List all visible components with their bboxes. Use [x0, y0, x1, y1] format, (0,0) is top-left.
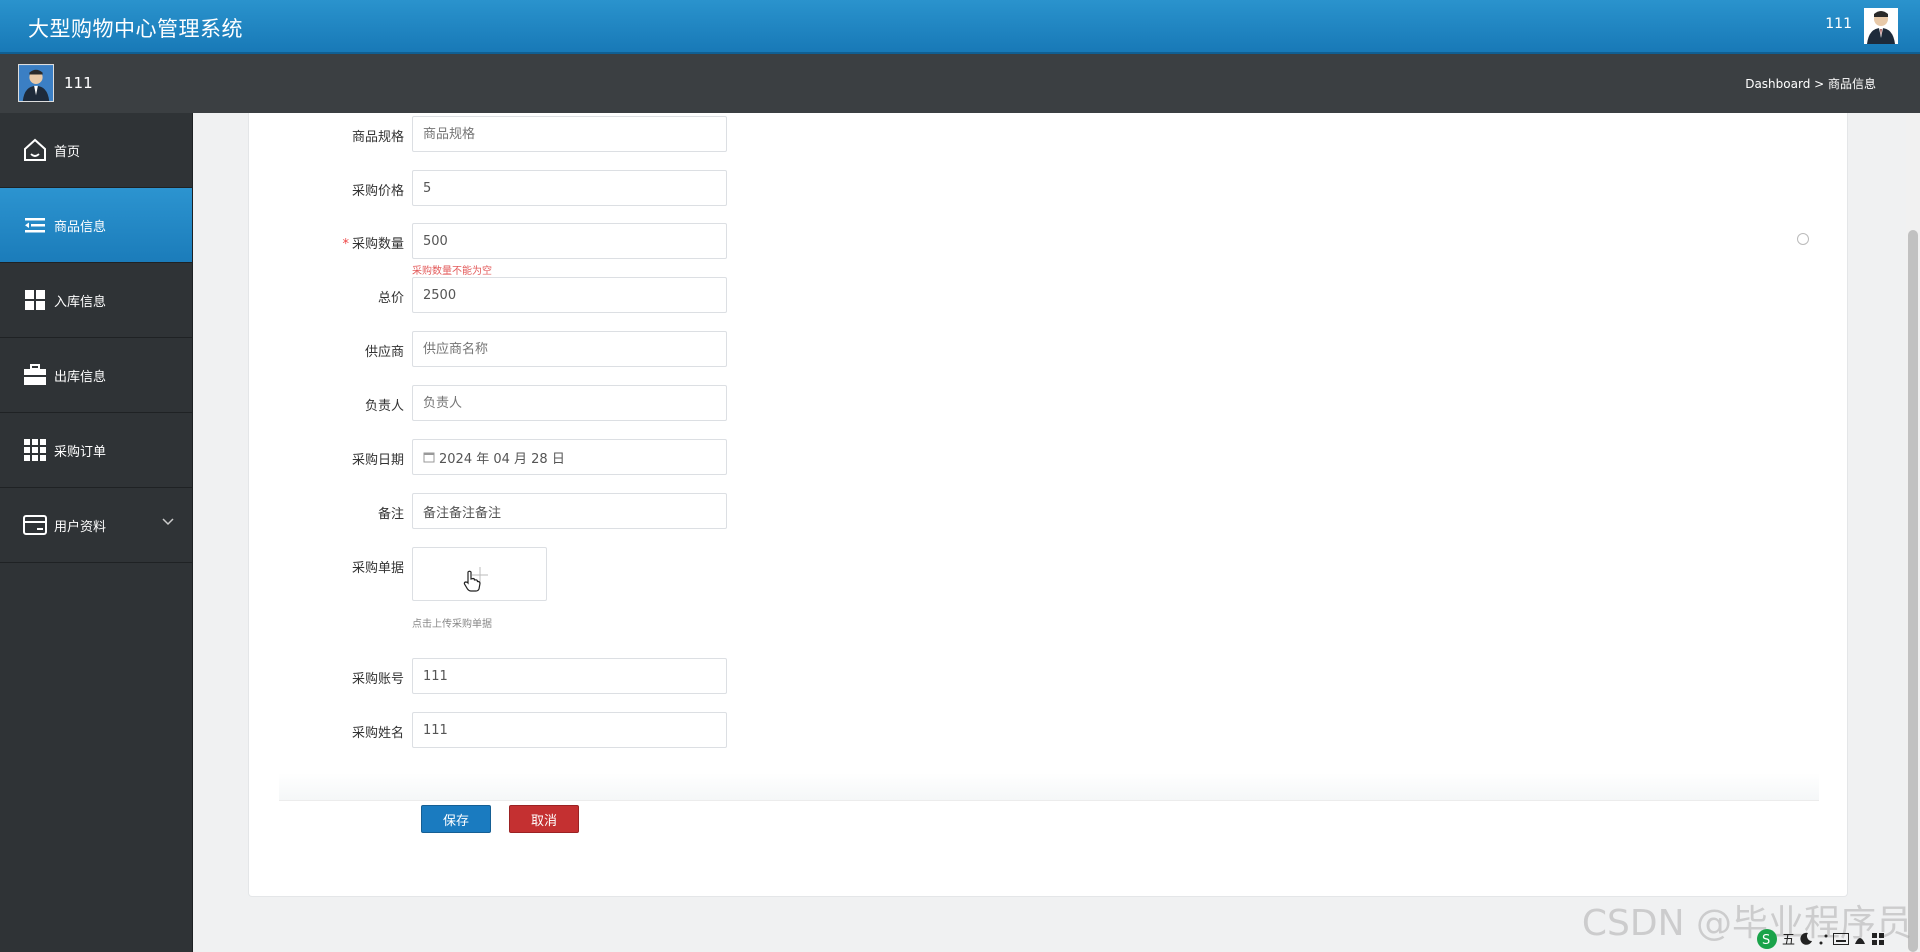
grid-icon — [22, 287, 48, 313]
date-value: 2024 年 04 月 28 日 — [439, 451, 565, 467]
app-title: 大型购物中心管理系统 — [28, 17, 243, 41]
form-row-upload: 采购单据 — [249, 547, 1049, 583]
field-label: 采购价格 — [351, 184, 404, 199]
upload-box[interactable] — [412, 547, 547, 601]
field-label: 备注 — [377, 507, 404, 522]
chevron-down-icon — [162, 518, 174, 526]
name-input[interactable]: 111 — [412, 712, 727, 748]
sidebar: 首页 商品信息 入库信息 出库信息 采购订单 用户资料 — [0, 113, 193, 952]
table-icon — [22, 437, 48, 463]
field-label-text: 采购数量 — [351, 237, 404, 252]
form-row-remark: 备注 备注备注备注 — [249, 493, 1049, 529]
form-row-total: 总价 2500 — [249, 277, 1049, 313]
sidebar-item-label: 用户资料 — [54, 519, 107, 535]
sidebar-item-label: 采购订单 — [54, 444, 107, 460]
form-row-quantity: * 采购数量 500 — [249, 223, 1049, 259]
quantity-input[interactable]: 500 — [412, 223, 727, 259]
user-avatar-icon[interactable] — [1864, 8, 1898, 44]
top-header: 大型购物中心管理系统 111 — [0, 0, 1920, 54]
sidebar-item-label: 商品信息 — [54, 219, 107, 235]
form-row-name: 采购姓名 111 — [249, 712, 1049, 748]
breadcrumb[interactable]: Dashboard > 商品信息 — [1745, 75, 1876, 92]
spec-input[interactable] — [412, 116, 727, 152]
price-input[interactable]: 5 — [412, 170, 727, 206]
field-label: 采购姓名 — [351, 726, 404, 741]
card-icon — [22, 512, 48, 538]
owner-input[interactable] — [412, 385, 727, 421]
toolbox-icon[interactable] — [1871, 932, 1885, 946]
sidebar-item-label: 首页 — [54, 144, 81, 160]
briefcase-icon — [22, 362, 48, 388]
field-label: 采购日期 — [351, 453, 404, 468]
field-label: 负责人 — [364, 399, 404, 414]
hand-cursor-icon — [463, 570, 481, 592]
sidebar-item-label: 出库信息 — [54, 369, 107, 385]
field-label: * 采购数量 — [249, 233, 404, 252]
form-row-price: 采购价格 5 — [249, 170, 1049, 206]
field-label: 供应商 — [364, 345, 404, 360]
calendar-icon — [423, 452, 435, 463]
form-panel: 商品规格 采购价格 5 *采购数量 500 采购数量不能为空 总价 2500 供… — [248, 113, 1848, 897]
account-input[interactable]: 111 — [412, 658, 727, 694]
list-icon — [22, 212, 48, 238]
upload-hint: 点击上传采购单据 — [412, 619, 492, 630]
sidebar-item-outbound[interactable]: 出库信息 — [0, 338, 192, 413]
sidebar-item-inbound[interactable]: 入库信息 — [0, 263, 192, 338]
field-label: 商品规格 — [351, 130, 404, 145]
field-label: 采购单据 — [351, 561, 404, 576]
form-row-supplier: 供应商 — [249, 331, 1049, 367]
avatar — [18, 64, 54, 102]
field-label: 采购账号 — [351, 672, 404, 687]
home-icon — [22, 137, 48, 163]
quantity-error: 采购数量不能为空 — [412, 266, 492, 277]
cancel-button[interactable]: 取消 — [509, 805, 579, 833]
moon-icon[interactable] — [1799, 932, 1813, 946]
field-label: 总价 — [377, 291, 404, 306]
form-row-spec: 商品规格 — [249, 116, 1049, 152]
form-row-account: 采购账号 111 — [249, 658, 1049, 694]
svg-text:S: S — [1762, 933, 1770, 948]
punctuation-icon[interactable] — [1817, 932, 1829, 946]
total-input[interactable]: 2500 — [412, 277, 727, 313]
user-bar: 111 Dashboard > 商品信息 — [0, 54, 1920, 113]
close-circle-icon[interactable] — [1797, 233, 1809, 245]
sidebar-item-label: 入库信息 — [54, 294, 107, 310]
sidebar-item-home[interactable]: 首页 — [0, 113, 192, 188]
form-footer — [279, 773, 1819, 801]
form-row-owner: 负责人 — [249, 385, 1049, 421]
scrollbar-thumb[interactable] — [1908, 230, 1918, 952]
sidebar-username: 111 — [64, 74, 93, 92]
sidebar-item-purchase-orders[interactable]: 采购订单 — [0, 413, 192, 488]
sidebar-item-user-profile[interactable]: 用户资料 — [0, 488, 192, 563]
sogou-ime-icon[interactable]: S — [1756, 928, 1778, 950]
date-picker[interactable]: 2024 年 04 月 28 日 — [412, 439, 727, 475]
form-row-date: 采购日期 2024 年 04 月 28 日 — [249, 439, 1049, 475]
remark-input[interactable]: 备注备注备注 — [412, 493, 727, 529]
ime-mode[interactable]: 五 — [1782, 929, 1795, 948]
required-mark: * — [342, 237, 349, 252]
sidebar-item-products[interactable]: 商品信息 — [0, 188, 192, 263]
supplier-input[interactable] — [412, 331, 727, 367]
save-button[interactable]: 保存 — [421, 805, 491, 833]
system-tray: S 五 — [1750, 925, 1920, 952]
header-username[interactable]: 111 — [1825, 16, 1852, 32]
keyboard-icon[interactable] — [1833, 932, 1850, 945]
skin-icon[interactable] — [1853, 932, 1867, 946]
